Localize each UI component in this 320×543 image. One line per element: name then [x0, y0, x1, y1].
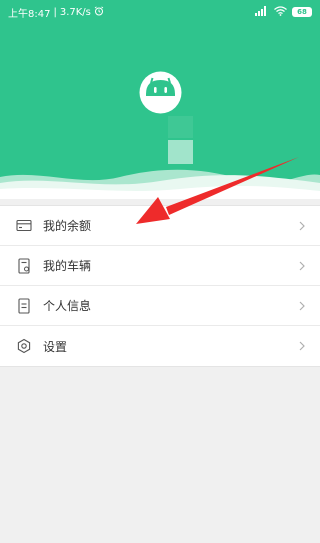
battery-indicator: 68 [292, 7, 312, 17]
profile-document-icon [16, 297, 32, 314]
wallet-card-icon [16, 218, 32, 234]
profile-page: 上午8:47 | 3.7K/s 68 我的余额 我的车辆 个人信息 设置 [0, 0, 320, 543]
status-bar: 上午8:47 | 3.7K/s 68 [0, 0, 320, 24]
gear-icon [16, 338, 32, 354]
status-right: 68 [255, 5, 312, 19]
status-left: 上午8:47 | 3.7K/s [8, 5, 104, 20]
vehicle-document-icon [16, 257, 32, 274]
alarm-clock-icon [94, 5, 104, 19]
menu-list: 我的余额 我的车辆 个人信息 设置 [0, 205, 320, 367]
status-separator: | [53, 6, 57, 18]
menu-item-settings[interactable]: 设置 [0, 326, 320, 366]
menu-item-personal-info[interactable]: 个人信息 [0, 286, 320, 326]
profile-header [0, 24, 320, 199]
status-time: 上午8:47 [8, 8, 51, 20]
menu-item-label: 个人信息 [43, 299, 92, 313]
chevron-right-icon [299, 261, 305, 270]
chevron-right-icon [299, 221, 305, 230]
status-network-speed: 3.7K/s [59, 6, 91, 18]
signal-icon [255, 5, 269, 19]
wifi-icon [274, 5, 287, 19]
blurred-username [168, 116, 193, 138]
menu-item-balance[interactable]: 我的余额 [0, 206, 320, 246]
menu-item-vehicles[interactable]: 我的车辆 [0, 246, 320, 286]
chevron-right-icon [299, 341, 305, 351]
menu-item-label: 我的余额 [43, 219, 92, 233]
menu-item-label: 设置 [43, 339, 68, 354]
wave-decoration [0, 169, 320, 199]
avatar[interactable] [138, 70, 183, 115]
chevron-right-icon [299, 301, 305, 310]
menu-item-label: 我的车辆 [43, 259, 92, 273]
